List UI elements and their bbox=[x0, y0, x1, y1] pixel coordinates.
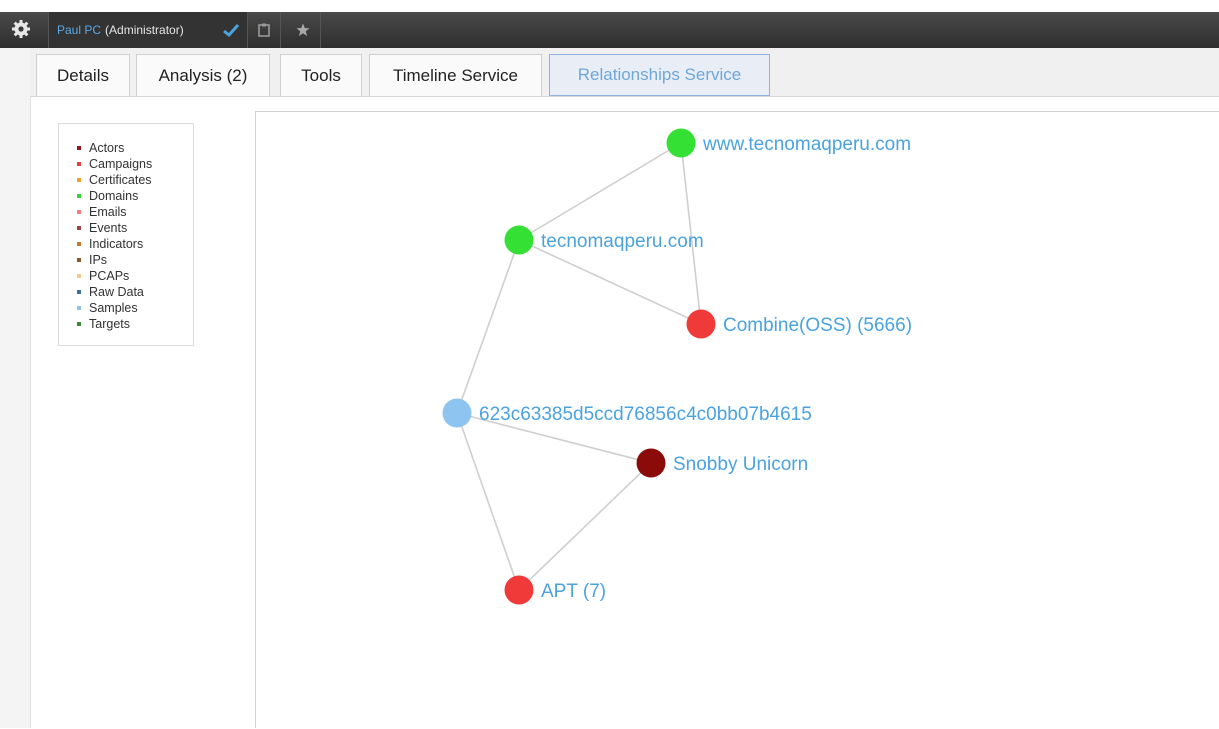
legend-label: Samples bbox=[89, 301, 138, 315]
graph-edge-www-tecno bbox=[518, 142, 682, 241]
legend-swatch bbox=[77, 274, 81, 278]
legend-swatch bbox=[77, 306, 81, 310]
tab-analysis[interactable]: Analysis (2) bbox=[136, 54, 270, 96]
legend-swatch bbox=[77, 210, 81, 214]
legend-item-domains: Domains bbox=[77, 188, 193, 204]
legend-swatch bbox=[77, 242, 81, 246]
legend-label: Events bbox=[89, 221, 128, 235]
graph-node-label[interactable]: 623c63385d5ccd76856c4c0bb07b4615 bbox=[479, 404, 812, 425]
graph-node-www[interactable]: www.tecnomaqperu.com bbox=[666, 128, 912, 158]
legend-swatch bbox=[77, 146, 81, 150]
user-name[interactable]: Paul PC bbox=[57, 23, 101, 37]
graph-node-circle[interactable] bbox=[636, 448, 666, 478]
top-toolbar: Paul PC (Administrator) bbox=[0, 12, 1219, 49]
legend-item-ips: IPs bbox=[77, 252, 193, 268]
legend-swatch bbox=[77, 194, 81, 198]
graph-node-circle[interactable] bbox=[442, 398, 472, 428]
relationships-graph-panel: www.tecnomaqperu.com tecnomaqperu.com Comb… bbox=[255, 111, 1219, 728]
clipboard-icon[interactable] bbox=[248, 12, 281, 48]
legend-item-samples: Samples bbox=[77, 300, 193, 316]
relationship-graph[interactable]: www.tecnomaqperu.com tecnomaqperu.com Comb… bbox=[256, 112, 1219, 729]
graph-node-label[interactable]: APT (7) bbox=[541, 581, 606, 602]
legend-label: PCAPs bbox=[89, 269, 130, 283]
graph-node-tecno[interactable]: tecnomaqperu.com bbox=[504, 225, 704, 255]
legend-swatch bbox=[77, 226, 81, 230]
legend-item-emails: Emails bbox=[77, 204, 193, 220]
graph-node-sample[interactable]: 623c63385d5ccd76856c4c0bb07b4615 bbox=[442, 398, 812, 428]
legend-item-events: Events bbox=[77, 220, 193, 236]
legend-label: Targets bbox=[89, 317, 130, 331]
graph-node-apt[interactable]: APT (7) bbox=[504, 575, 607, 605]
legend-label: Domains bbox=[89, 189, 139, 203]
user-menu[interactable]: Paul PC (Administrator) bbox=[48, 12, 218, 48]
graph-edge-tecno-combine bbox=[518, 239, 702, 325]
legend-label: Actors bbox=[89, 141, 125, 155]
graph-node-label[interactable]: www.tecnomaqperu.com bbox=[702, 134, 911, 155]
star-icon[interactable] bbox=[286, 12, 321, 48]
legend-swatch bbox=[77, 178, 81, 182]
legend-item-targets: Targets bbox=[77, 316, 193, 332]
legend-label: Certificates bbox=[89, 173, 152, 187]
graph-edge-tecno-sample bbox=[456, 239, 520, 414]
graph-node-circle[interactable] bbox=[686, 309, 716, 339]
graph-node-label[interactable]: tecnomaqperu.com bbox=[541, 231, 704, 252]
graph-node-combine[interactable]: Combine(OSS) (5666) bbox=[686, 309, 913, 339]
graph-node-snobby[interactable]: Snobby Unicorn bbox=[636, 448, 809, 478]
user-role: (Administrator) bbox=[105, 23, 184, 37]
tab-tools[interactable]: Tools bbox=[280, 54, 362, 96]
legend-item-campaigns: Campaigns bbox=[77, 156, 193, 172]
graph-edge-snobby-apt bbox=[518, 462, 652, 591]
legend-item-pcaps: PCAPs bbox=[77, 268, 193, 284]
legend-item-actors: Actors bbox=[77, 140, 193, 156]
graph-edges bbox=[456, 142, 702, 591]
legend-item-certificates: Certificates bbox=[77, 172, 193, 188]
legend-list: Actors Campaigns Certificates Domains Emails… bbox=[59, 124, 193, 332]
legend-swatch bbox=[77, 322, 81, 326]
legend-label: Raw Data bbox=[89, 285, 144, 299]
tab-bar: Details Analysis (2) Tools Timeline Serv… bbox=[30, 48, 1219, 97]
legend-item-indicators: Indicators bbox=[77, 236, 193, 252]
graph-node-label[interactable]: Snobby Unicorn bbox=[673, 454, 808, 475]
graph-node-circle[interactable] bbox=[504, 575, 534, 605]
tab-timeline-service[interactable]: Timeline Service bbox=[369, 54, 542, 96]
legend-swatch bbox=[77, 258, 81, 262]
graph-edge-sample-apt bbox=[456, 412, 520, 591]
graph-node-circle[interactable] bbox=[504, 225, 534, 255]
graph-node-circle[interactable] bbox=[666, 128, 696, 158]
legend-swatch bbox=[77, 290, 81, 294]
left-gutter bbox=[0, 48, 31, 728]
graph-node-label[interactable]: Combine(OSS) (5666) bbox=[723, 315, 912, 336]
legend-label: Indicators bbox=[89, 237, 144, 251]
legend-label: Emails bbox=[89, 205, 127, 219]
legend-swatch bbox=[77, 162, 81, 166]
legend-item-raw-data: Raw Data bbox=[77, 284, 193, 300]
tab-relationships-service[interactable]: Relationships Service bbox=[549, 54, 770, 96]
gear-icon[interactable] bbox=[10, 18, 32, 40]
legend-label: Campaigns bbox=[89, 157, 153, 171]
graph-legend: Actors Campaigns Certificates Domains Emails… bbox=[58, 123, 194, 346]
legend-label: IPs bbox=[89, 253, 108, 267]
tab-details[interactable]: Details bbox=[36, 54, 130, 96]
check-icon[interactable] bbox=[215, 12, 248, 48]
